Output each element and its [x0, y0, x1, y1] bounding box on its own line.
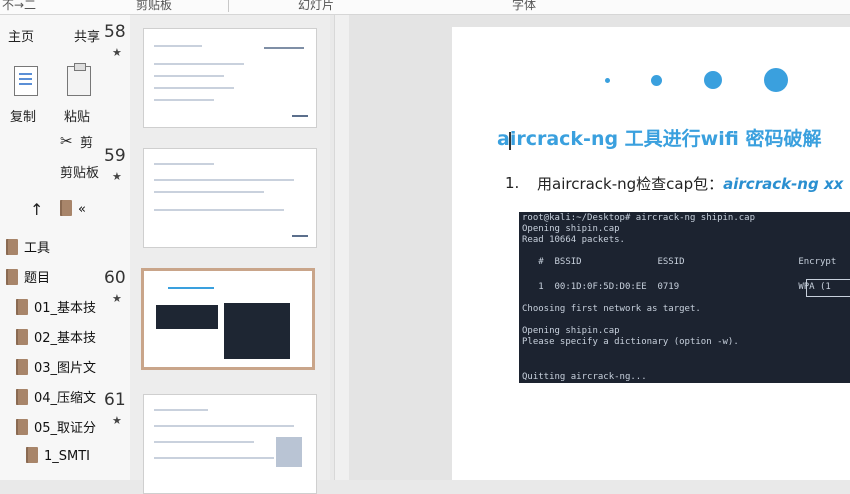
- step-text[interactable]: 用aircrack-ng检查cap包：aircrack-ng xx: [537, 173, 843, 194]
- slide-number: 60: [104, 268, 126, 288]
- paste-button[interactable]: 粘贴: [64, 106, 90, 125]
- terminal-line: Please specify a dictionary (option -w).: [522, 337, 739, 347]
- folder-icon: [16, 419, 28, 435]
- folder-icon: [16, 299, 28, 315]
- folder-icon: [16, 389, 28, 405]
- tab-share[interactable]: 共享: [74, 26, 100, 45]
- terminal-line: Opening shipin.cap: [522, 224, 620, 234]
- folder-icon: [60, 200, 72, 216]
- ribbon-fragment: 不→二: [2, 0, 37, 12]
- terminal-line: # BSSID ESSID Encrypt: [522, 257, 837, 267]
- terminal-line: Read 10664 packets.: [522, 235, 625, 245]
- terminal-line: Quitting aircrack-ng...: [522, 372, 647, 382]
- slide-number: 58: [104, 22, 126, 42]
- slide-number: 61: [104, 390, 126, 410]
- decor-dot: [764, 68, 788, 92]
- terminal-line: 1 00:1D:0F:5D:D0:EE 0719 WPA (1: [522, 282, 831, 292]
- decor-dot: [704, 71, 722, 89]
- folder-icon: [16, 329, 28, 345]
- paste-icon[interactable]: [67, 63, 91, 96]
- slide-title[interactable]: aircrack-ng 工具进行wifi 密码破解: [497, 124, 821, 151]
- ribbon-group-slides: 幻灯片: [298, 0, 335, 12]
- collapse-item[interactable]: «: [60, 200, 86, 220]
- star-icon: ★: [112, 170, 122, 183]
- terminal-line: Choosing first network as target.: [522, 304, 701, 314]
- ribbon-group-font: 字体: [512, 0, 537, 12]
- step-command: aircrack-ng xx: [723, 175, 844, 193]
- text-cursor: [509, 132, 511, 150]
- tree-item-01[interactable]: 01_基本技: [16, 297, 96, 317]
- step-description: 用aircrack-ng检查cap包：: [537, 175, 724, 193]
- star-icon: ★: [112, 414, 122, 427]
- cut-button[interactable]: 剪: [80, 132, 93, 151]
- tree-item-02[interactable]: 02_基本技: [16, 327, 96, 347]
- ribbon-group-clipboard: 剪贴板: [136, 0, 173, 12]
- star-icon: ★: [112, 292, 122, 305]
- tree-item-05[interactable]: 05_取证分: [16, 417, 96, 437]
- ribbon-group-labels: 不→二 剪贴板 幻灯片 字体: [0, 0, 850, 15]
- copy-button[interactable]: 复制: [10, 106, 36, 125]
- terminal-line: Opening shipin.cap: [522, 326, 620, 336]
- tab-home[interactable]: 主页: [8, 26, 34, 45]
- clipboard-button[interactable]: 剪贴板: [60, 162, 99, 181]
- slide-thumbnail-60-selected[interactable]: [141, 268, 315, 370]
- tree-item-tools[interactable]: 工具: [6, 237, 50, 257]
- slide-thumbnail-59[interactable]: [143, 148, 317, 248]
- terminal-line: root@kali:~/Desktop# aircrack-ng shipin.…: [522, 213, 755, 223]
- slide-number: 59: [104, 146, 126, 166]
- tree-item-04[interactable]: 04_压缩文: [16, 387, 96, 407]
- folder-icon: [16, 359, 28, 375]
- tree-item-questions[interactable]: 题目: [6, 267, 50, 287]
- step-number: 1.: [505, 174, 520, 192]
- tree-item-smti[interactable]: 1_SMTI: [26, 447, 90, 467]
- folder-icon: [6, 269, 18, 285]
- folder-icon: [6, 239, 18, 255]
- decor-dot: [651, 75, 662, 86]
- terminal-screenshot: root@kali:~/Desktop# aircrack-ng shipin.…: [519, 212, 850, 383]
- up-arrow-icon[interactable]: ↑: [30, 200, 43, 219]
- decor-dot: [605, 78, 610, 83]
- copy-icon[interactable]: [14, 66, 38, 96]
- scissors-icon[interactable]: ✂: [60, 132, 73, 150]
- slide-thumbnail-58[interactable]: [143, 28, 317, 128]
- tree-item-03[interactable]: 03_图片文: [16, 357, 96, 377]
- star-icon: ★: [112, 46, 122, 59]
- thumbnail-scrollbar[interactable]: [334, 15, 349, 480]
- folder-icon: [26, 447, 38, 463]
- slide-thumbnail-61[interactable]: [143, 394, 317, 494]
- terminal-highlight-box: [806, 279, 850, 297]
- collapse-icon: «: [78, 202, 86, 217]
